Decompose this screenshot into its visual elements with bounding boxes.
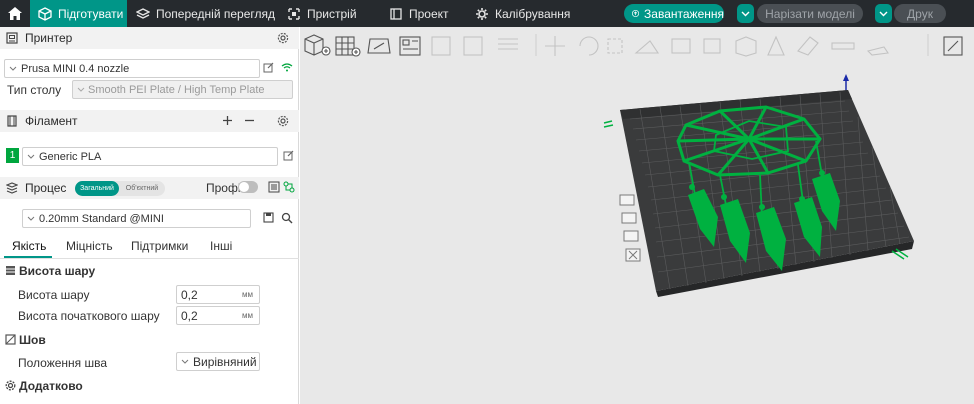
- tab-prepare[interactable]: Підготувати: [30, 0, 127, 27]
- chevron-down-icon: [879, 11, 888, 16]
- tab-label: Підготувати: [58, 6, 124, 21]
- filament-section-header: Філамент: [0, 110, 299, 132]
- first-layer-height-unit: мм: [242, 311, 253, 320]
- filament-selected: Generic PLA: [39, 150, 102, 163]
- save-icon[interactable]: [263, 212, 274, 223]
- tab-supports[interactable]: Підтримки: [131, 239, 188, 253]
- first-layer-height-label: Висота початкового шару: [18, 309, 160, 323]
- edit-icon[interactable]: [263, 62, 274, 73]
- tab-preview[interactable]: Попередній перегляд: [128, 0, 283, 27]
- mode-object-label: Об'єктний: [125, 185, 159, 192]
- switch-knob: [239, 182, 249, 192]
- chevron-down-icon: [181, 359, 189, 364]
- edit-icon[interactable]: [283, 150, 294, 161]
- gear-icon[interactable]: [277, 32, 289, 44]
- print-label: Друк: [907, 6, 933, 21]
- layer-height-icon: [6, 266, 15, 275]
- printer-section-header: Принтер: [0, 27, 299, 49]
- slice-button[interactable]: Нарізати моделі: [757, 4, 863, 23]
- pro-mode-switch[interactable]: [238, 181, 258, 193]
- extra-group-title: Додатково: [19, 379, 83, 393]
- spool-icon: [7, 115, 17, 127]
- first-layer-height-value: 0,2: [181, 308, 198, 323]
- print-button[interactable]: Друк: [894, 4, 946, 23]
- settings-panel: Принтер Prusa MINI 0.4 nozzle Тип столу …: [0, 27, 299, 404]
- gear-icon[interactable]: [277, 115, 289, 127]
- seam-position-value: Вирівняний: [193, 354, 257, 369]
- chevron-down-icon: [27, 154, 35, 159]
- calibration-icon: [476, 7, 488, 20]
- process-icon: [6, 182, 18, 194]
- divider: [0, 258, 299, 259]
- printer-icon: [6, 32, 18, 44]
- mode-global-option[interactable]: Загальний: [75, 181, 119, 196]
- printer-section-title: Принтер: [25, 31, 73, 45]
- chevron-down-icon: [9, 66, 17, 71]
- chevron-down-icon: [27, 216, 35, 221]
- slice-dropdown-button[interactable]: [737, 4, 754, 23]
- device-icon: [288, 7, 300, 20]
- process-section-title: Процес: [25, 181, 67, 195]
- upload-label: Завантаження: [644, 6, 724, 21]
- layer-height-input[interactable]: 0,2 мм: [176, 285, 260, 304]
- layer-height-group-title: Висота шару: [19, 264, 96, 278]
- tab-label: Проект: [409, 6, 449, 21]
- bed-type-select[interactable]: Smooth PEI Plate / High Temp Plate: [72, 80, 293, 99]
- build-plate: [620, 90, 914, 291]
- tab-calibration[interactable]: Калібрування: [467, 0, 578, 27]
- process-mode-toggle[interactable]: Загальний Об'єктний: [75, 181, 165, 196]
- layer-height-unit: мм: [242, 290, 253, 299]
- tab-others[interactable]: Інші: [210, 239, 232, 253]
- printer-select[interactable]: Prusa MINI 0.4 nozzle: [4, 59, 260, 78]
- seam-position-label: Положення шва: [18, 356, 108, 370]
- process-preset-value: 0.20mm Standard @MINI: [39, 212, 164, 225]
- mode-object-option[interactable]: Об'єктний: [120, 181, 164, 196]
- layers-icon: [136, 7, 150, 19]
- slice-label: Нарізати моделі: [765, 6, 855, 21]
- print-dropdown-button[interactable]: [875, 4, 892, 23]
- filament-slot-badge[interactable]: 1: [6, 148, 19, 163]
- layer-height-label: Висота шару: [18, 288, 90, 302]
- 3d-viewport[interactable]: [300, 27, 974, 404]
- home-button[interactable]: [0, 0, 29, 27]
- minus-icon[interactable]: [244, 115, 255, 126]
- build-plate-scene: [603, 74, 914, 297]
- mode-global-label: Загальний: [80, 185, 114, 192]
- filament-slot-number: 1: [9, 150, 16, 161]
- seam-group-title: Шов: [19, 333, 46, 347]
- chevron-down-icon: [77, 87, 85, 92]
- plus-icon[interactable]: [222, 115, 233, 126]
- bed-type-value: Smooth PEI Plate / High Temp Plate: [88, 83, 265, 96]
- bed-type-label: Тип столу: [7, 83, 62, 97]
- first-layer-height-input[interactable]: 0,2 мм: [176, 306, 260, 325]
- process-preset-select[interactable]: 0.20mm Standard @MINI: [22, 209, 251, 228]
- upload-button[interactable]: Завантаження: [624, 4, 724, 23]
- tab-project[interactable]: Проект: [381, 0, 457, 27]
- seam-icon: [5, 334, 16, 345]
- tab-label: Калібрування: [495, 6, 571, 21]
- search-icon[interactable]: [281, 212, 293, 224]
- tab-label: Пристрій: [307, 6, 357, 21]
- gear-icon: [5, 380, 16, 391]
- project-icon: [390, 7, 402, 20]
- tab-quality[interactable]: Якість: [12, 239, 46, 253]
- layer-height-value: 0,2: [181, 287, 198, 302]
- seam-position-select[interactable]: Вирівняний: [176, 352, 260, 371]
- filament-select[interactable]: Generic PLA: [22, 147, 278, 166]
- home-icon: [7, 7, 22, 20]
- filament-section-title: Філамент: [25, 114, 78, 128]
- printer-selected: Prusa MINI 0.4 nozzle: [21, 62, 130, 75]
- chevron-down-icon: [741, 11, 750, 16]
- top-bar: Підготувати Попередній перегляд Пристрій…: [0, 0, 974, 27]
- pro-mode-label: Профі: [206, 181, 241, 195]
- wifi-icon[interactable]: [281, 63, 293, 72]
- compare-icon[interactable]: [283, 181, 295, 193]
- list-settings-icon[interactable]: [268, 181, 280, 193]
- tab-strength[interactable]: Міцність: [66, 239, 113, 253]
- tab-device[interactable]: Пристрій: [279, 0, 365, 27]
- plate-side-markers: [619, 194, 641, 262]
- upload-icon: [632, 9, 640, 18]
- tab-label: Попередній перегляд: [156, 6, 276, 21]
- cube-icon: [38, 6, 52, 21]
